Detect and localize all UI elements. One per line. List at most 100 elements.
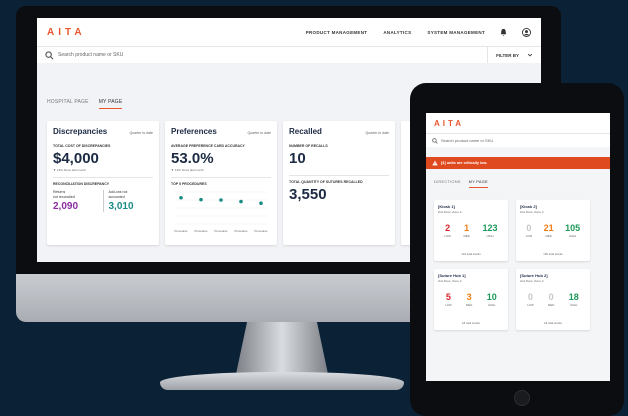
kiosk-location: 2nd Floor, Zone 2: [520, 210, 544, 214]
brand-logo[interactable]: AITA: [47, 27, 86, 38]
kiosk-card[interactable]: [Kiosk 1] 2nd Floor, Zone 2 2 LOW 1 MED …: [434, 200, 508, 261]
stock-level: 0 LOW: [526, 223, 532, 238]
section-value: 3,550: [289, 186, 327, 203]
metric-delta: ▼ 13% Since last month: [171, 168, 204, 172]
card-title: Discrepancies: [53, 127, 108, 136]
stock-label: LOW: [527, 303, 534, 307]
tab-my-page[interactable]: MY PAGE: [468, 179, 488, 188]
search-input[interactable]: Search product name or SKU: [441, 138, 493, 143]
recalled-card[interactable]: Recalled Quarter to date NUMBER OF RECAL…: [283, 121, 395, 245]
bell-icon[interactable]: [499, 28, 508, 37]
metric-value: 10: [289, 150, 306, 167]
chart-point[interactable]: [219, 198, 223, 202]
card-subtitle: Quarter to date: [247, 131, 271, 135]
home-button[interactable]: [514, 390, 530, 406]
stock-label: HIGH: [570, 303, 578, 307]
stock-label: HIGH: [569, 234, 577, 238]
procedures-chart: Procedure Procedure Procedure Procedure Proc…: [175, 191, 268, 233]
stock-label: LOW: [525, 234, 533, 238]
user-avatar-icon[interactable]: [522, 27, 531, 37]
critical-alert-banner[interactable]: [4] units are critically low.: [426, 157, 610, 169]
tab-directions[interactable]: DIRECTIONS: [434, 179, 461, 188]
kiosk-total: 144 total stocks: [461, 252, 481, 256]
stock-label: LOW: [445, 303, 452, 307]
stock-levels: 0 LOW 21 MED 105 HIGH: [520, 223, 586, 238]
stock-count: 0: [527, 292, 533, 302]
kiosk-total: 136 total stocks: [543, 252, 563, 256]
stock-label: MED: [545, 234, 552, 238]
stock-count: 3: [466, 292, 472, 302]
stock-label: LOW: [444, 234, 451, 238]
kiosk-card[interactable]: [Suture Hub 2] 2nd Floor, Zone 2 0 LOW 0…: [516, 269, 590, 330]
chart-point[interactable]: [199, 197, 203, 202]
stock-level: 0 MED: [548, 292, 554, 307]
preferences-card[interactable]: Preferences Quarter to date AVERAGE PREF…: [165, 121, 277, 245]
chart-tick-label: Procedure: [175, 229, 188, 233]
chart-point[interactable]: [179, 195, 183, 200]
stock-levels: 2 LOW 1 MED 123 HIGH: [438, 223, 504, 238]
search-icon: [432, 137, 438, 144]
chart-tick-label: Procedure: [235, 229, 248, 233]
discrepancies-card[interactable]: Discrepancies Quarter to date TOTAL COST…: [47, 121, 159, 245]
metric-value: $4,000: [53, 150, 99, 167]
chart-point[interactable]: [259, 201, 263, 205]
stock-count: 2: [445, 223, 451, 233]
tablet-tabs: DIRECTIONS MY PAGE: [426, 169, 610, 188]
kiosk-total: 18 total stocks: [544, 321, 562, 325]
stock-level: 5 LOW: [445, 292, 451, 307]
tab-my-page[interactable]: MY PAGE: [98, 99, 123, 109]
tablet-header: AITA: [426, 113, 610, 133]
kiosk-card[interactable]: [Suture Hub 1] 2nd Floor, Zone 2 5 LOW 3…: [434, 269, 508, 330]
stock-levels: 0 LOW 0 MED 18 HIGH: [520, 292, 586, 307]
kiosk-name: [Suture Hub 1]: [438, 273, 466, 278]
card-subtitle: Quarter to date: [129, 131, 153, 135]
desktop-header: AITA PRODUCT MANAGEMENT ANALYTICS SYSTEM…: [37, 18, 541, 46]
metric-delta: ▼ 13% Since last month: [53, 168, 86, 172]
chart-tick-label: Procedure: [255, 229, 268, 233]
divider: [289, 175, 389, 176]
stock-levels: 5 LOW 3 MED 10 HIGH: [438, 292, 504, 307]
warning-icon: [432, 160, 438, 166]
tablet-search-bar: Search product name or SKU: [426, 133, 610, 147]
stock-level: 10 HIGH: [487, 292, 497, 307]
stock-level: 0 LOW: [527, 292, 533, 307]
brand-logo[interactable]: AITA: [434, 119, 464, 128]
metric-value: 53.0%: [171, 150, 214, 167]
stock-level: 2 LOW: [444, 223, 450, 238]
stock-label: HIGH: [488, 303, 496, 307]
stock-count: 0: [548, 292, 554, 302]
stock-level: 1 MED: [464, 223, 470, 238]
section-label: TOTAL QUANTITY OF SUTURES RECALLED: [289, 180, 363, 184]
stock-label: MED: [463, 234, 470, 238]
nav-product-management[interactable]: PRODUCT MANAGEMENT: [306, 30, 368, 35]
desktop-nav: PRODUCT MANAGEMENT ANALYTICS SYSTEM MANA…: [306, 30, 485, 35]
chevron-down-icon: [527, 53, 533, 57]
monitor-stand: [160, 372, 404, 390]
kiosk-grid: [Kiosk 1] 2nd Floor, Zone 2 2 LOW 1 MED …: [426, 188, 610, 330]
stock-count: 1: [464, 223, 470, 233]
section-label: TOP 5 PROCEDURES: [171, 182, 207, 186]
card-subtitle: Quarter to date: [365, 131, 389, 135]
stock-level: 3 MED: [466, 292, 472, 307]
stock-label: MED: [548, 303, 555, 307]
kiosk-card[interactable]: [Kiosk 2] 2nd Floor, Zone 2 0 LOW 21 MED…: [516, 200, 590, 261]
search-icon: [45, 50, 54, 59]
stock-level: 18 HIGH: [569, 292, 579, 307]
stock-count: 10: [486, 292, 497, 302]
filter-dropdown[interactable]: FILTER BY: [487, 47, 533, 63]
chart-point[interactable]: [239, 199, 243, 204]
alert-text: [4] units are critically low.: [441, 161, 488, 165]
kiosk-location: 2nd Floor, Zone 2: [520, 279, 544, 283]
tab-hospital-page[interactable]: HOSPITAL PAGE: [47, 99, 89, 109]
stock-count: 5: [445, 292, 451, 302]
nav-analytics[interactable]: ANALYTICS: [383, 30, 411, 35]
nav-system-management[interactable]: SYSTEM MANAGEMENT: [427, 30, 485, 35]
stock-count: 105: [565, 223, 581, 233]
returns-label-line2: not reconciled: [53, 194, 75, 199]
kiosk-total: 18 total stocks: [462, 321, 480, 325]
search-input[interactable]: Search product name or SKU: [58, 52, 123, 58]
stock-level: 105 HIGH: [565, 223, 580, 238]
stock-count: 123: [482, 223, 498, 233]
chart-tick-label: Procedure: [195, 229, 208, 233]
metric-label: AVERAGE PREFERENCE CARD ACCURACY: [171, 144, 245, 148]
